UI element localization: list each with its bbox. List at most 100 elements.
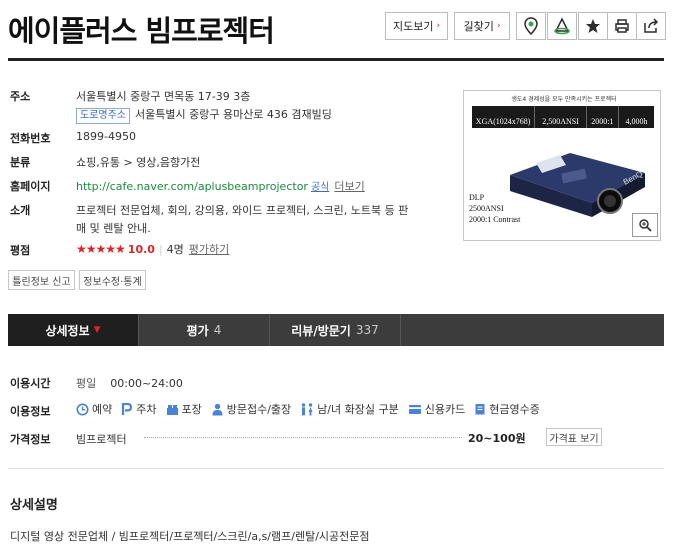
hours-time: 00:00~24:00	[110, 376, 183, 390]
phone-value[interactable]: 1899-4950	[76, 130, 136, 143]
photo-zoom-button[interactable]	[632, 213, 658, 237]
facility-visit-label: 방문접수/출장	[226, 403, 292, 416]
facility-credit-card-label: 신용카드	[424, 403, 466, 416]
photo-spec-bar: XGA(1024x768) 2,500ANSI 2000:1 4,000h	[472, 106, 654, 128]
facility-takeout: 포장	[166, 401, 202, 417]
price-item: 빔프로젝터	[76, 433, 127, 446]
homepage-row: http://cafe.naver.com/aplusbeamprojector…	[76, 178, 365, 194]
photo-banner: 생도4 경제성을 모두 만족시키는 프로젝터	[511, 96, 617, 103]
rating-count: 4명	[166, 243, 184, 256]
price-list-button[interactable]: 가격표 보기	[546, 428, 602, 446]
spec-lamp: 4,000h	[625, 117, 648, 126]
road-address-row: 도로명주소 서울특별시 중랑구 용마산로 436 겸재빌딩	[76, 106, 332, 124]
road-address-value: 서울특별시 중랑구 용마산로 436 겸재빌딩	[135, 108, 332, 121]
map-pin-icon	[524, 17, 538, 35]
spec-contrast: 2000:1	[587, 106, 619, 128]
report-error-button[interactable]: 틀린정보 신고	[8, 270, 75, 290]
caption-line-1: DLP	[469, 193, 485, 202]
hours-day: 평일	[76, 377, 97, 390]
caret-down-icon: ▼	[93, 325, 101, 335]
tab-reviews[interactable]: 리뷰/방문기 337	[270, 314, 401, 346]
facility-reservation-label: 예약	[92, 403, 113, 416]
route-button-label: 길찾기	[463, 20, 494, 33]
phone-label: 전화번호	[10, 132, 51, 145]
receipt-icon	[475, 403, 485, 415]
navigation-button[interactable]	[547, 12, 577, 40]
rating-score: 10.0	[127, 243, 155, 256]
chevron-right-icon: ›	[496, 21, 501, 31]
restroom-icon	[301, 402, 313, 415]
facility-cash-receipt-label: 현금영수증	[489, 403, 540, 416]
facility-list: 예약 주차 포장 방문접수/출장 남/녀 화장실 구분 신용카드 현금영수증	[76, 401, 549, 417]
facility-parking-label: 주차	[136, 403, 157, 416]
price-label: 가격정보	[10, 433, 51, 446]
map-pin-button[interactable]	[516, 12, 546, 40]
caption-line-2: 2500ANSI	[469, 204, 504, 213]
road-address-tag: 도로명주소	[76, 108, 130, 124]
print-button[interactable]	[607, 12, 637, 40]
spec-brightness: 2,500ANSI	[535, 106, 587, 128]
projector-image: BenQ	[510, 153, 645, 217]
price-value: 20~100원	[468, 432, 526, 445]
facility-label: 이용정보	[10, 405, 51, 418]
intro-value: 프로젝터 전문업체, 회의, 강의용, 와이드 프로젝터, 스크린, 노트북 등…	[76, 202, 446, 238]
facility-takeout-label: 포장	[181, 403, 202, 416]
tab-reviews-count: 337	[355, 323, 379, 337]
facility-reservation: 예약	[76, 401, 112, 417]
caption-line-3: 2000:1 Contrast	[469, 215, 521, 224]
rating-row: ★★★★★ 10.0 | 4명 평가하기	[76, 241, 229, 257]
favorite-button[interactable]	[578, 12, 608, 40]
price-dotted-leader	[144, 437, 462, 438]
homepage-label: 홈페이지	[10, 180, 51, 193]
hours-row: 평일 00:00~24:00	[76, 375, 183, 391]
rating-divider: |	[158, 243, 163, 256]
parking-icon	[122, 402, 133, 415]
category-value: 쇼핑,유통 > 영상,음향가전	[76, 156, 201, 169]
clock-icon	[76, 403, 89, 415]
rate-link[interactable]: 평가하기	[189, 243, 229, 256]
detail-tabs: 상세정보 ▼ 평가 4 리뷰/방문기 337	[8, 314, 664, 346]
homepage-link[interactable]: http://cafe.naver.com/aplusbeamprojector	[76, 180, 308, 193]
intro-label: 소개	[10, 204, 31, 217]
navigation-icon	[554, 17, 570, 35]
homepage-more-link[interactable]: 더보기	[334, 180, 364, 193]
official-badge: 공식	[310, 182, 330, 193]
facility-parking: 주차	[121, 401, 157, 417]
tab-ratings[interactable]: 평가 4	[139, 314, 270, 346]
tab-details[interactable]: 상세정보 ▼	[8, 314, 139, 346]
tab-ratings-count: 4	[213, 323, 222, 337]
rating-label: 평점	[10, 244, 31, 257]
title-divider	[8, 58, 664, 61]
person-icon	[212, 403, 223, 415]
edit-info-button[interactable]: 정보수정·통계	[79, 270, 146, 290]
credit-card-icon	[408, 405, 421, 414]
facility-cash-receipt: 현금영수증	[474, 401, 540, 417]
facility-credit-card: 신용카드	[408, 401, 465, 417]
facility-restroom-label: 남/녀 화장실 구분	[317, 403, 399, 416]
zoom-icon	[639, 219, 652, 232]
section-divider	[8, 468, 664, 469]
facility-restroom: 남/녀 화장실 구분	[300, 401, 399, 417]
address-label: 주소	[10, 90, 31, 103]
photo-caption: DLP 2500ANSI 2000:1 Contrast	[469, 192, 520, 225]
page-title: 에이플러스 빔프로젝터	[8, 14, 275, 48]
description-title: 상세설명	[10, 498, 58, 513]
map-button[interactable]: 지도보기 ›	[385, 12, 448, 40]
category-label: 분류	[10, 156, 31, 169]
map-button-label: 지도보기	[392, 20, 434, 33]
facility-visit: 방문접수/출장	[211, 401, 291, 417]
intro-line-2: 매 및 렌탈 안내.	[76, 222, 151, 235]
share-icon	[644, 18, 659, 33]
print-icon	[615, 19, 629, 33]
tab-ratings-label: 평가	[186, 323, 209, 338]
route-button[interactable]: 길찾기 ›	[454, 12, 510, 40]
share-button[interactable]	[636, 12, 666, 40]
hours-label: 이용시간	[10, 377, 51, 390]
package-icon	[166, 404, 178, 415]
intro-line-1: 프로젝터 전문업체, 회의, 강의용, 와이드 프로젝터, 스크린, 노트북 등…	[76, 204, 409, 217]
tab-details-label: 상세정보	[45, 323, 90, 338]
address-value: 서울특별시 중랑구 면목동 17-39 3층	[76, 90, 251, 103]
description-body: 디지털 영상 전문업체 / 빔프로젝터/프로젝터/스크린/a,s/램프/렌탈/시…	[10, 530, 370, 543]
tab-reviews-label: 리뷰/방문기	[291, 323, 351, 338]
spec-resolution: XGA(1024x768)	[472, 106, 536, 128]
